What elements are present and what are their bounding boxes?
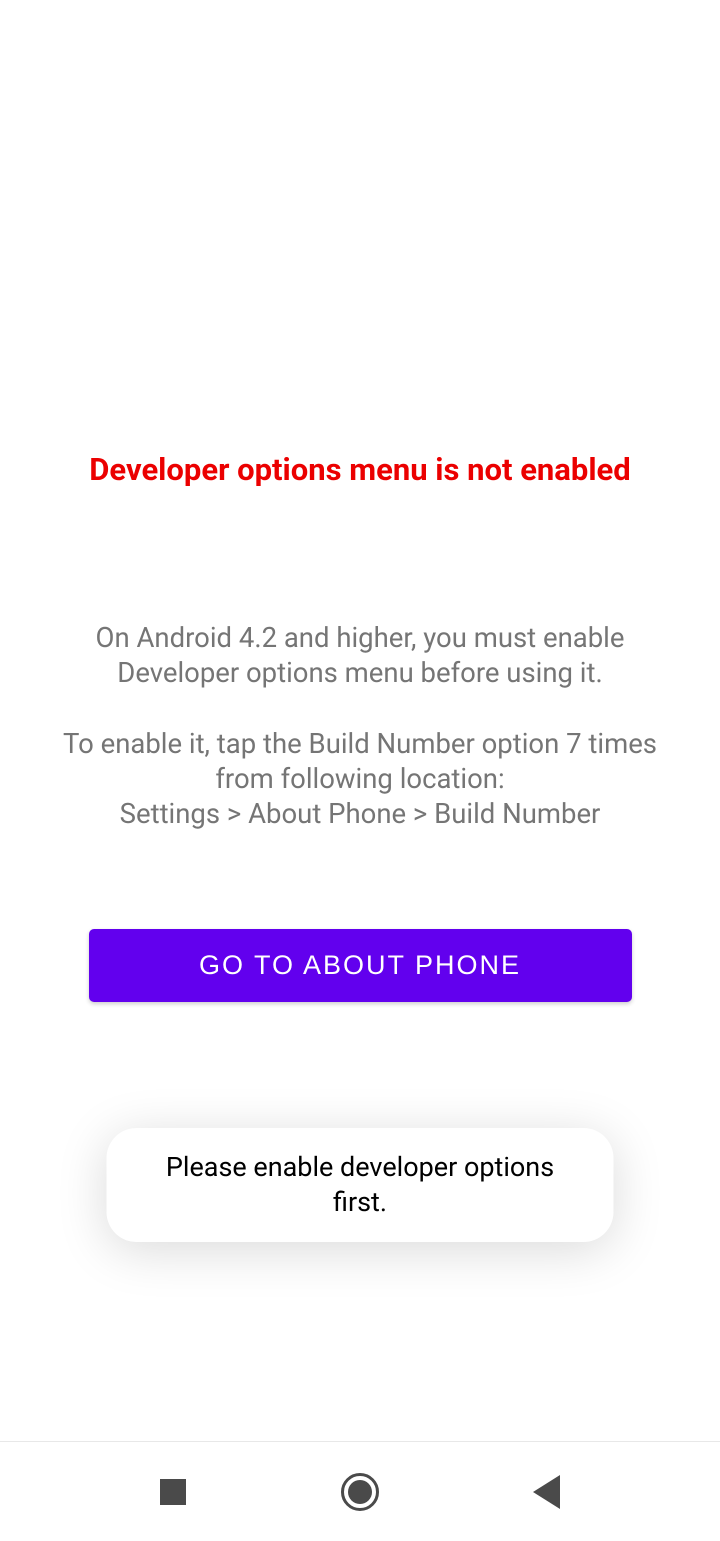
description-text: On Android 4.2 and higher, you must enab… bbox=[30, 620, 690, 831]
page-title: Developer options menu is not enabled bbox=[89, 450, 631, 490]
go-to-about-phone-button[interactable]: GO TO ABOUT PHONE bbox=[89, 929, 632, 1002]
square-icon bbox=[160, 1479, 186, 1505]
toast-message: Please enable developer options first. bbox=[107, 1128, 614, 1242]
circle-icon bbox=[341, 1473, 379, 1511]
triangle-back-icon bbox=[533, 1475, 560, 1509]
home-button[interactable] bbox=[320, 1452, 400, 1532]
circle-inner-icon bbox=[348, 1480, 372, 1504]
navigation-bar bbox=[0, 1441, 720, 1541]
recent-apps-button[interactable] bbox=[133, 1452, 213, 1532]
back-button[interactable] bbox=[507, 1452, 587, 1532]
